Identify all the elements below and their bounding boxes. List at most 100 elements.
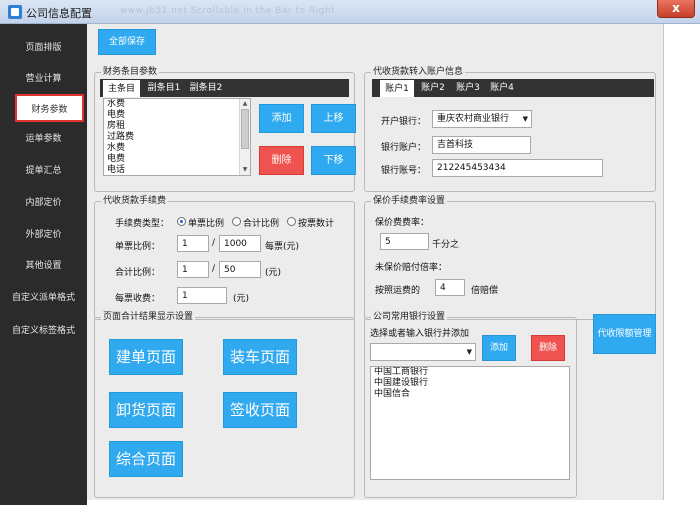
list-item[interactable]: 中国工商银行	[371, 367, 569, 378]
list-item[interactable]: 电费	[104, 154, 250, 165]
list-item[interactable]: 房租	[104, 121, 250, 132]
total-ratio-unit: (元)	[265, 268, 282, 278]
insurance-rate-label: 保价费费率：	[375, 218, 430, 228]
insurance-fee-group: 保价手续费率设置 保价费费率： 5 千分之 未保价赔付倍率： 按照运费的 4 倍…	[364, 195, 656, 320]
account-number-input[interactable]: 212245453434	[432, 159, 603, 177]
title-bar-url: www.jb51.net Scrollable in the Bar to Ri…	[120, 6, 336, 16]
finance-subject-title: 财务条目参数	[101, 66, 160, 78]
chevron-down-icon: ▼	[522, 115, 528, 123]
common-banks-title: 公司常用银行设置	[371, 311, 448, 323]
common-bank-select[interactable]: ▼	[370, 343, 476, 361]
app-icon	[8, 5, 22, 19]
common-banks-group: 公司常用银行设置 选择或者输入银行并添加 ▼ 添加 删除 中国工商银行 中国建设…	[364, 311, 577, 498]
list-item[interactable]: 水费	[104, 99, 250, 110]
list-item[interactable]: 电话	[104, 165, 250, 175]
collection-limit-manage-button[interactable]: 代收限额管理	[593, 314, 656, 354]
sidebar-item-waybill-params[interactable]: 运单参数	[0, 125, 87, 153]
bank-select[interactable]: 重庆农村商业银行 ▼	[432, 110, 532, 128]
list-item[interactable]: 中国信合	[371, 389, 569, 400]
sidebar: 页面排版 营业计算 财务参数 运单参数 提单汇总 内部定价 外部定价 其他设置 …	[0, 24, 87, 505]
list-item[interactable]: 水费	[104, 143, 250, 154]
collection-account-title: 代收货款转入账户信息	[371, 66, 466, 78]
chevron-down-icon: ▼	[466, 348, 472, 356]
move-down-button[interactable]: 下移	[311, 146, 356, 175]
radio-total-ratio[interactable]	[232, 217, 241, 226]
list-item[interactable]: 过路费	[104, 132, 250, 143]
sidebar-item-custom-dispatch-format[interactable]: 自定义派单格式	[0, 284, 87, 312]
close-button[interactable]: x	[657, 0, 695, 18]
single-ratio-numerator[interactable]: 1	[177, 235, 209, 252]
tab-account-3[interactable]: 账户3	[452, 79, 484, 97]
single-ratio-slash: /	[212, 238, 216, 248]
sidebar-item-finance-params[interactable]: 财务参数	[15, 94, 84, 122]
scroll-down-arrow-icon[interactable]: ▼	[241, 166, 249, 174]
single-ratio-label: 单票比例：	[115, 242, 161, 252]
tab-sub-subject-1[interactable]: 副条目1	[144, 79, 184, 97]
scroll-up-arrow-icon[interactable]: ▲	[241, 100, 249, 108]
account-name-label: 银行账户：	[381, 143, 427, 153]
sidebar-item-external-pricing[interactable]: 外部定价	[0, 221, 87, 249]
single-ratio-denominator[interactable]: 1000	[219, 235, 261, 252]
compensate-input[interactable]: 4	[435, 279, 465, 296]
bank-label: 开户银行：	[381, 117, 427, 127]
add-subject-button[interactable]: 添加	[259, 104, 304, 133]
tab-account-4[interactable]: 账户4	[486, 79, 518, 97]
window-title: 公司信息配置	[26, 7, 92, 20]
account-tabbar: 账户1 账户2 账户3 账户4	[372, 79, 654, 97]
list-item[interactable]: 中国建设银行	[371, 378, 569, 389]
compensate-unit: 倍赔偿	[471, 286, 499, 296]
finance-list-scrollbar[interactable]: ▲ ▼	[239, 99, 250, 175]
list-item[interactable]: 电费	[104, 110, 250, 121]
sidebar-item-business-calc[interactable]: 营业计算	[0, 65, 87, 93]
title-bar: 公司信息配置 www.jb51.net Scrollable in the Ba…	[0, 0, 700, 24]
bank-select-value: 重庆农村商业银行	[437, 114, 510, 124]
save-all-button[interactable]: 全部保存	[98, 29, 156, 55]
summary-page-button[interactable]: 综合页面	[109, 441, 183, 477]
finance-subject-group: 财务条目参数 主条目 副条目1 副条目2 水费 电费 房租 过路费 水费 电费 …	[94, 66, 356, 192]
unloading-page-button[interactable]: 卸货页面	[109, 392, 183, 428]
total-ratio-numerator[interactable]: 1	[177, 261, 209, 278]
fee-type-label: 手续费类型：	[115, 219, 170, 229]
collection-fee-title: 代收货款手续费	[101, 195, 169, 207]
common-bank-list[interactable]: 中国工商银行 中国建设银行 中国信合	[370, 366, 570, 480]
sidebar-item-other-settings[interactable]: 其他设置	[0, 252, 87, 280]
delete-bank-button[interactable]: 删除	[531, 335, 565, 361]
per-ticket-label: 每票收费：	[115, 294, 161, 304]
collection-account-group: 代收货款转入账户信息 账户1 账户2 账户3 账户4 开户银行： 重庆农村商业银…	[364, 66, 656, 192]
page-display-group: 页面合计结果显示设置 建单页面 装车页面 卸货页面 签收页面 综合页面	[94, 311, 355, 498]
radio-per-ticket-label[interactable]: 按票数计	[298, 216, 334, 229]
move-up-button[interactable]: 上移	[311, 104, 356, 133]
radio-single-ratio[interactable]	[177, 217, 186, 226]
finance-subject-list[interactable]: 水费 电费 房租 过路费 水费 电费 电话 ▲ ▼	[103, 98, 251, 176]
collection-fee-group: 代收货款手续费 手续费类型： 单票比例 合计比例 按票数计 单票比例： 1 / …	[94, 195, 355, 320]
total-ratio-slash: /	[212, 264, 216, 274]
window-bottom-edge	[87, 500, 700, 505]
sidebar-item-custom-label-format[interactable]: 自定义标签格式	[0, 317, 87, 345]
per-ticket-input[interactable]: 1	[177, 287, 227, 304]
account-name-input[interactable]: 吉首科技	[432, 136, 531, 154]
finance-subject-tabbar: 主条目 副条目1 副条目2	[100, 79, 349, 97]
account-number-label: 银行账号：	[381, 166, 427, 176]
scroll-thumb[interactable]	[241, 109, 249, 149]
tab-account-1[interactable]: 账户1	[380, 80, 414, 97]
build-page-button[interactable]: 建单页面	[109, 339, 183, 375]
sidebar-item-internal-pricing[interactable]: 内部定价	[0, 189, 87, 217]
compensate-label: 按照运费的	[375, 286, 421, 296]
tab-sub-subject-2[interactable]: 副条目2	[186, 79, 226, 97]
insurance-rate-unit: 千分之	[432, 240, 460, 250]
sidebar-item-bill-summary[interactable]: 提单汇总	[0, 157, 87, 185]
signing-page-button[interactable]: 签收页面	[223, 392, 297, 428]
main-panel: 全部保存 财务条目参数 主条目 副条目1 副条目2 水费 电费 房租 过路费 水…	[87, 24, 664, 500]
insurance-rate-input[interactable]: 5	[380, 233, 429, 250]
tab-main-subject[interactable]: 主条目	[103, 80, 140, 97]
tab-account-2[interactable]: 账户2	[417, 79, 449, 97]
add-bank-button[interactable]: 添加	[482, 335, 516, 361]
radio-per-ticket[interactable]	[287, 217, 296, 226]
radio-total-ratio-label[interactable]: 合计比例	[243, 216, 279, 229]
radio-single-ratio-label[interactable]: 单票比例	[188, 216, 224, 229]
single-ratio-unit: 每票(元)	[265, 242, 300, 252]
delete-subject-button[interactable]: 删除	[259, 146, 304, 175]
total-ratio-denominator[interactable]: 50	[219, 261, 261, 278]
loading-page-button[interactable]: 装车页面	[223, 339, 297, 375]
sidebar-item-page-layout[interactable]: 页面排版	[0, 34, 87, 62]
